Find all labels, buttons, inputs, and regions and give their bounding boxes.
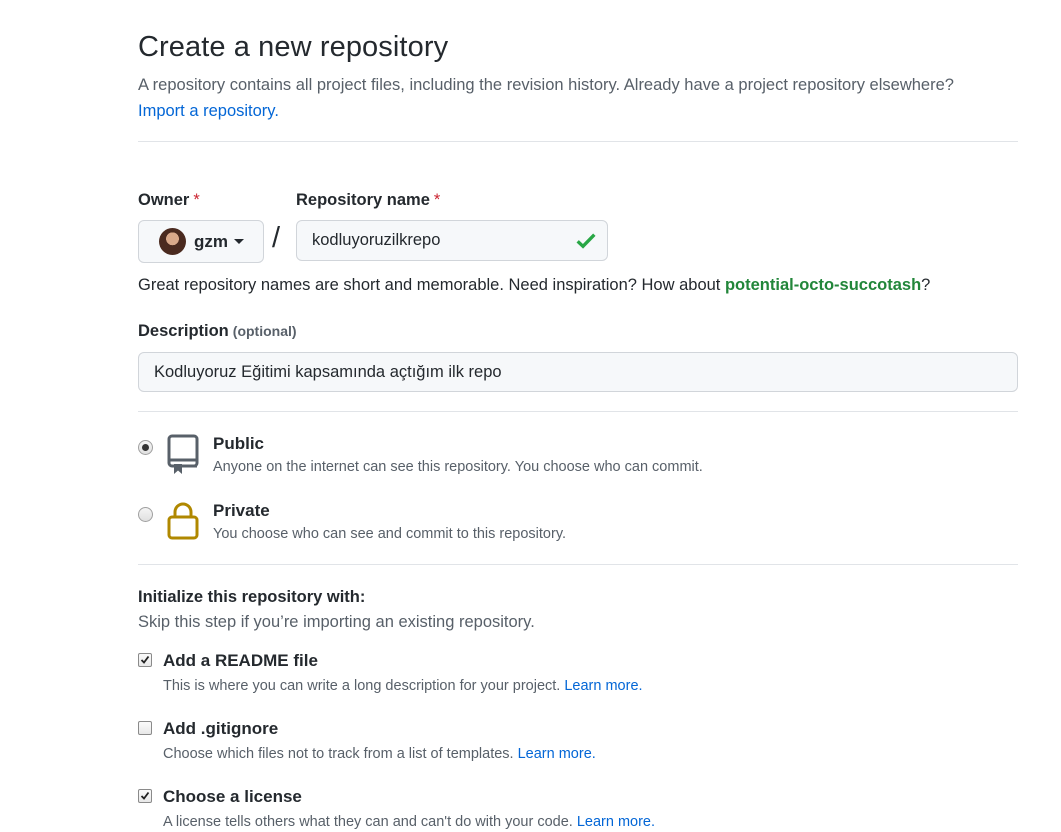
private-description: You choose who can see and commit to thi… bbox=[213, 526, 567, 542]
divider-init bbox=[138, 564, 1018, 565]
public-description: Anyone on the internet can see this repo… bbox=[213, 459, 703, 475]
description-input[interactable] bbox=[138, 352, 1018, 392]
hint-end: ? bbox=[921, 276, 931, 294]
readme-desc-text: This is where you can write a long descr… bbox=[163, 678, 561, 694]
avatar bbox=[159, 228, 186, 255]
check-icon bbox=[576, 233, 596, 249]
checkmark-icon bbox=[140, 791, 150, 800]
hint-text: Great repository names are short and mem… bbox=[138, 276, 725, 294]
owner-repo-separator: / bbox=[272, 222, 281, 254]
name-suggestion[interactable]: potential-octo-succotash bbox=[725, 276, 921, 294]
readme-description: This is where you can write a long descr… bbox=[163, 678, 643, 694]
repo-name-label: Repository name * bbox=[296, 191, 440, 210]
description-optional-note: (optional) bbox=[232, 323, 297, 339]
initialize-title: Initialize this repository with: bbox=[138, 588, 366, 606]
repository-name-input[interactable] bbox=[296, 220, 608, 261]
private-title: Private bbox=[213, 501, 270, 520]
description-label-text: Description bbox=[138, 322, 229, 340]
license-description: A license tells others what they can and… bbox=[163, 814, 655, 830]
create-repository-page: Create a new repository A repository con… bbox=[0, 0, 1061, 832]
public-radio[interactable] bbox=[138, 440, 153, 455]
public-title: Public bbox=[213, 434, 265, 453]
description-label: Description (optional) bbox=[138, 322, 297, 341]
repo-icon bbox=[167, 434, 199, 474]
page-title: Create a new repository bbox=[138, 31, 449, 63]
repo-required-mark: * bbox=[433, 191, 441, 209]
readme-checkbox[interactable] bbox=[138, 653, 152, 667]
checkmark-icon bbox=[140, 655, 150, 664]
name-hint: Great repository names are short and mem… bbox=[138, 276, 930, 295]
initialize-subtitle: Skip this step if you’re importing an ex… bbox=[138, 613, 535, 631]
owner-required-mark: * bbox=[193, 191, 200, 209]
private-radio[interactable] bbox=[138, 507, 153, 522]
license-learn-more-link[interactable]: Learn more. bbox=[577, 814, 655, 830]
intro-description: A repository contains all project files,… bbox=[138, 76, 954, 94]
gitignore-checkbox[interactable] bbox=[138, 721, 152, 735]
import-repository-link[interactable]: Import a repository. bbox=[138, 102, 279, 120]
owner-name: gzm bbox=[194, 231, 228, 251]
license-checkbox[interactable] bbox=[138, 789, 152, 803]
owner-select-button[interactable]: gzm bbox=[138, 220, 264, 263]
owner-label: Owner * bbox=[138, 191, 200, 210]
caret-down-icon bbox=[234, 239, 244, 244]
gitignore-desc-text: Choose which files not to track from a l… bbox=[163, 746, 514, 762]
license-title: Choose a license bbox=[163, 787, 302, 806]
lock-icon bbox=[167, 502, 199, 540]
divider-visibility bbox=[138, 411, 1018, 412]
readme-learn-more-link[interactable]: Learn more. bbox=[564, 678, 642, 694]
gitignore-title: Add .gitignore bbox=[163, 719, 279, 738]
gitignore-learn-more-link[interactable]: Learn more. bbox=[518, 746, 596, 762]
repo-name-label-text: Repository name bbox=[296, 191, 430, 209]
intro-text: A repository contains all project files,… bbox=[138, 72, 1018, 124]
owner-label-text: Owner bbox=[138, 191, 190, 209]
license-desc-text: A license tells others what they can and… bbox=[163, 814, 573, 830]
readme-title: Add a README file bbox=[163, 651, 318, 670]
divider-top bbox=[138, 141, 1018, 142]
gitignore-description: Choose which files not to track from a l… bbox=[163, 746, 596, 762]
